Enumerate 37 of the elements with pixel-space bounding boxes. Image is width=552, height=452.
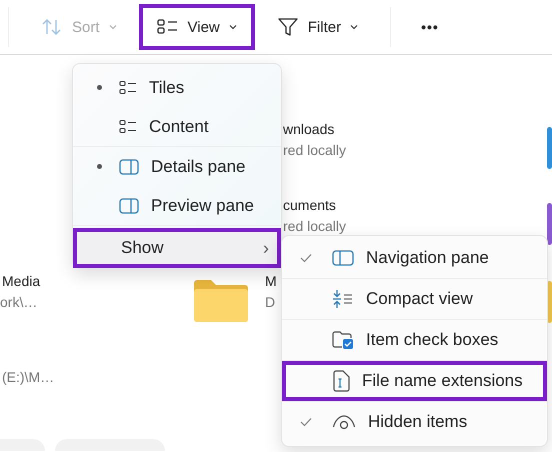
sort-icon: [41, 17, 63, 37]
compact-icon: [332, 289, 354, 309]
document-icon: [332, 370, 350, 392]
list-icon: [156, 18, 179, 36]
menu-item[interactable]: Tiles: [73, 68, 281, 107]
menu-item[interactable]: Item check boxes: [282, 320, 547, 360]
menu-item[interactable]: Hidden items: [282, 402, 547, 442]
file-name: Media: [2, 273, 40, 289]
pane-icon: [119, 158, 139, 174]
chevron-icon: [350, 24, 358, 30]
chevron-icon: [228, 24, 237, 30]
menu-item[interactable]: File name extensions: [282, 361, 547, 401]
menu-item[interactable]: Compact view: [282, 279, 547, 319]
menu-item[interactable]: Content: [73, 107, 281, 146]
toolbar-button[interactable]: Filter: [258, 4, 376, 50]
file-detail: red locally: [283, 142, 346, 158]
file-detail: D: [265, 294, 276, 310]
list-icon: [119, 118, 137, 134]
folder-checkbox-icon: [332, 330, 354, 350]
pane-icon: [119, 198, 139, 214]
file-name: cuments: [283, 197, 336, 213]
filter-icon: [276, 16, 299, 38]
menu-item[interactable]: Show ›: [73, 228, 281, 268]
file-name: M: [265, 273, 277, 289]
file-name: wnloads: [283, 121, 334, 137]
chevron-icon: [108, 24, 117, 30]
eye-icon: [332, 414, 356, 430]
toolbar-button[interactable]: View: [138, 4, 255, 50]
pane-icon: [332, 250, 354, 266]
more-button[interactable]: •••: [409, 4, 451, 50]
file-detail: ork\…: [0, 294, 38, 310]
menu-item[interactable]: Details pane: [73, 147, 281, 186]
menu-item[interactable]: Preview pane: [73, 186, 281, 225]
file-detail: (E:)\M…: [2, 369, 54, 385]
menu-item[interactable]: Navigation pane: [282, 238, 547, 278]
list-icon: [119, 80, 137, 96]
file-detail: red locally: [283, 218, 346, 234]
